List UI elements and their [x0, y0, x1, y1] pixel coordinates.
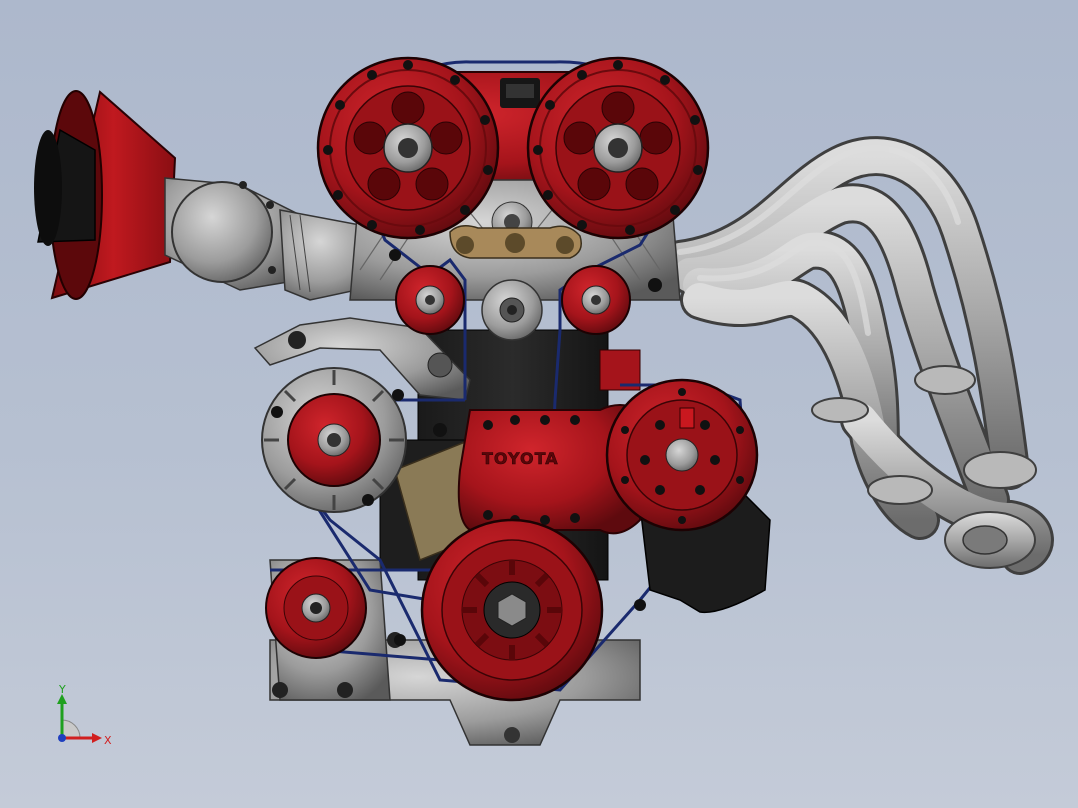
- cam-pulley-exhaust: [526, 56, 710, 240]
- power-steering-pulley: [265, 557, 367, 659]
- cam-pulley-intake: [316, 56, 500, 240]
- z-axis-dot-icon: [58, 734, 66, 742]
- idler-pulley-left: [395, 265, 465, 335]
- y-axis-label: Y: [58, 683, 66, 696]
- toyota-logo: TOYOTA: [482, 449, 559, 468]
- coordinate-triad: Y X: [57, 683, 112, 747]
- cad-viewport[interactable]: TOYOTA Y X: [0, 0, 1078, 808]
- water-pump-pulley: [605, 378, 771, 614]
- engine-model[interactable]: TOYOTA: [0, 0, 1078, 808]
- crankshaft-pulley: [420, 518, 604, 702]
- x-axis-label: X: [104, 734, 112, 747]
- idler-pulley-right: [561, 265, 631, 335]
- x-axis-arrow-icon: [92, 733, 102, 743]
- tensioner-pulley: [481, 279, 543, 341]
- cam-bridge-bracket: [449, 225, 582, 259]
- alternator: [261, 367, 407, 513]
